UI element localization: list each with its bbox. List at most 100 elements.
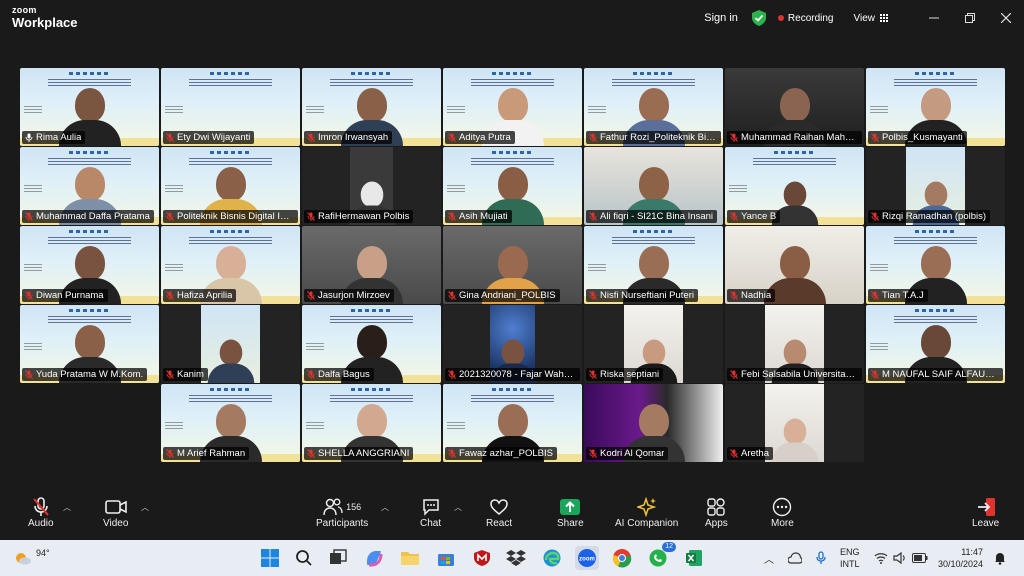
participant-tile[interactable]: Muhammad Raihan Mahard...	[725, 68, 864, 146]
participant-tile[interactable]: Hafiza Aprilia	[161, 226, 300, 304]
weather-widget[interactable]: 94°	[14, 540, 50, 576]
participant-tile[interactable]: Riska septiani	[584, 305, 723, 383]
zoom-taskbar-app[interactable]: zoom	[575, 546, 599, 570]
mic-muted-icon	[33, 497, 49, 516]
zoom-logo: zoom Workplace	[12, 5, 78, 30]
ai-companion-button[interactable]: AI Companion	[615, 496, 678, 529]
participant-tile[interactable]: Tian T.A.J	[866, 226, 1005, 304]
participant-tile[interactable]: Kodri Al Qomar	[584, 384, 723, 462]
participant-tile[interactable]: Aditya Putra	[443, 68, 582, 146]
view-button[interactable]: View	[854, 13, 888, 24]
chrome-browser-icon	[612, 549, 632, 568]
excel-icon	[686, 550, 702, 566]
participant-tile[interactable]: 2021320078 - Fajar Wahyu...	[443, 305, 582, 383]
leave-button[interactable]: Leave	[972, 496, 999, 529]
notification-bell-icon	[995, 553, 1005, 565]
tray-microphone[interactable]	[815, 540, 827, 576]
participant-tile[interactable]: Jasurjon Mirzoev	[302, 226, 441, 304]
video-options-chevron-icon[interactable]: ︿	[141, 502, 149, 513]
participant-tile[interactable]: SHELLA ANGGRIANI	[302, 384, 441, 462]
file-explorer-app[interactable]	[398, 546, 422, 570]
participant-tile[interactable]: Ety Dwi Wijayanti	[161, 68, 300, 146]
chat-button[interactable]: Chat	[420, 496, 441, 529]
participant-name: Aretha	[741, 448, 769, 459]
participant-tile[interactable]: Yance B	[725, 147, 864, 225]
chat-options-chevron-icon[interactable]: ︿	[454, 502, 462, 513]
more-button[interactable]: More	[771, 496, 794, 529]
close-window-button[interactable]	[988, 0, 1024, 36]
mcafee-app[interactable]	[470, 546, 494, 570]
taskbar-search[interactable]	[292, 546, 316, 570]
restore-button[interactable]	[952, 0, 988, 36]
audio-options-chevron-icon[interactable]: ︿	[63, 502, 71, 513]
participant-tile[interactable]: Rima Aulia	[20, 68, 159, 146]
participant-tile[interactable]: Fathur Rozi_Politeknik Bisnis Di...	[584, 68, 723, 146]
minimize-button[interactable]	[916, 0, 952, 36]
dropbox-icon	[506, 550, 526, 566]
leave-label: Leave	[972, 518, 1000, 529]
participant-name: Jasurjon Mirzoev	[318, 290, 390, 301]
participant-tile[interactable]: Kanim	[161, 305, 300, 383]
participant-tile[interactable]: Dalfa Bagus	[302, 305, 441, 383]
notifications-button[interactable]	[994, 540, 1006, 576]
participant-tile[interactable]: Fawaz azhar_POLBIS	[443, 384, 582, 462]
react-button[interactable]: React	[486, 496, 512, 529]
participant-tile[interactable]: M Arief Rahman	[161, 384, 300, 462]
participant-tile[interactable]: Febi Salsabila Universitas B...	[725, 305, 864, 383]
participant-name: Kanim	[177, 369, 204, 380]
participants-label: Participants	[316, 518, 369, 529]
edge-app[interactable]	[540, 546, 564, 570]
quick-settings[interactable]	[874, 540, 928, 576]
participant-name-tag: Yuda Pratama W M.Kom.	[22, 368, 148, 381]
language-code: ENG	[840, 547, 860, 557]
participant-name-tag: Gina Andriani_POLBIS	[445, 289, 560, 302]
mic-muted-icon	[166, 133, 174, 142]
participant-tile[interactable]: Politeknik Bisnis Digital Ind...	[161, 147, 300, 225]
excel-app[interactable]	[682, 546, 706, 570]
task-view[interactable]	[326, 546, 350, 570]
participant-name: Riska septiani	[600, 369, 660, 380]
participant-tile[interactable]: Diwan Purnama	[20, 226, 159, 304]
recording-label: Recording	[787, 12, 834, 24]
start-button[interactable]	[258, 546, 282, 570]
participant-tile[interactable]: Ali fiqri - SI21C Bina Insani	[584, 147, 723, 225]
sign-in-button[interactable]: Sign in	[704, 12, 738, 24]
participant-name: 2021320078 - Fajar Wahyu...	[459, 369, 576, 380]
participant-name: Tian T.A.J	[882, 290, 924, 301]
video-button[interactable]: Video	[103, 496, 128, 529]
participant-tile[interactable]: Muhammad Daffa Pratama	[20, 147, 159, 225]
participant-name-tag: RafiHermawan Polbis	[304, 210, 414, 223]
participant-tile[interactable]: Gina Andriani_POLBIS	[443, 226, 582, 304]
audio-button[interactable]: Audio	[28, 496, 54, 529]
tray-overflow-button[interactable]: ︿	[764, 540, 774, 576]
participant-tile[interactable]: RafiHermawan Polbis	[302, 147, 441, 225]
participant-tile[interactable]: Imron Irwansyah	[302, 68, 441, 146]
participant-tile[interactable]: Rizqi Ramadhan (polbis)	[866, 147, 1005, 225]
participant-tile[interactable]: Yuda Pratama W M.Kom.	[20, 305, 159, 383]
participant-tile[interactable]: Nadhia	[725, 226, 864, 304]
mic-muted-icon	[166, 449, 174, 458]
security-shield-icon[interactable]	[751, 10, 766, 26]
mic-muted-icon	[307, 449, 315, 458]
share-button[interactable]: Share	[557, 496, 584, 529]
microsoft-store-app[interactable]	[434, 546, 458, 570]
participants-options-chevron-icon[interactable]: ︿	[381, 502, 389, 513]
chrome-app[interactable]	[610, 546, 634, 570]
whatsapp-app[interactable]: 12	[646, 542, 676, 570]
participants-button[interactable]: 156 Participants	[316, 496, 368, 529]
participant-tile[interactable]: Nisfi Nurseftiani Puteri	[584, 226, 723, 304]
recording-indicator[interactable]: Recording	[777, 12, 834, 24]
copilot-app[interactable]	[362, 546, 386, 570]
input-language[interactable]: ENG INTL	[840, 540, 860, 576]
participant-tile[interactable]: Polbis_Kusmayanti	[866, 68, 1005, 146]
participant-tile[interactable]: M NAUFAL SAIF ALFAUZAN...	[866, 305, 1005, 383]
brand-top: zoom	[12, 5, 37, 15]
participant-tile[interactable]: Aretha	[725, 384, 864, 462]
apps-button[interactable]: Apps	[705, 496, 728, 529]
dropbox-app[interactable]	[504, 546, 528, 570]
participant-tile[interactable]: Asih Mujiati	[443, 147, 582, 225]
clock[interactable]: 11:47 30/10/2024	[938, 540, 983, 576]
tray-network-drive[interactable]	[788, 540, 802, 576]
svg-text:zoom: zoom	[579, 557, 595, 563]
participant-name-tag: Politeknik Bisnis Digital Ind...	[163, 210, 298, 223]
